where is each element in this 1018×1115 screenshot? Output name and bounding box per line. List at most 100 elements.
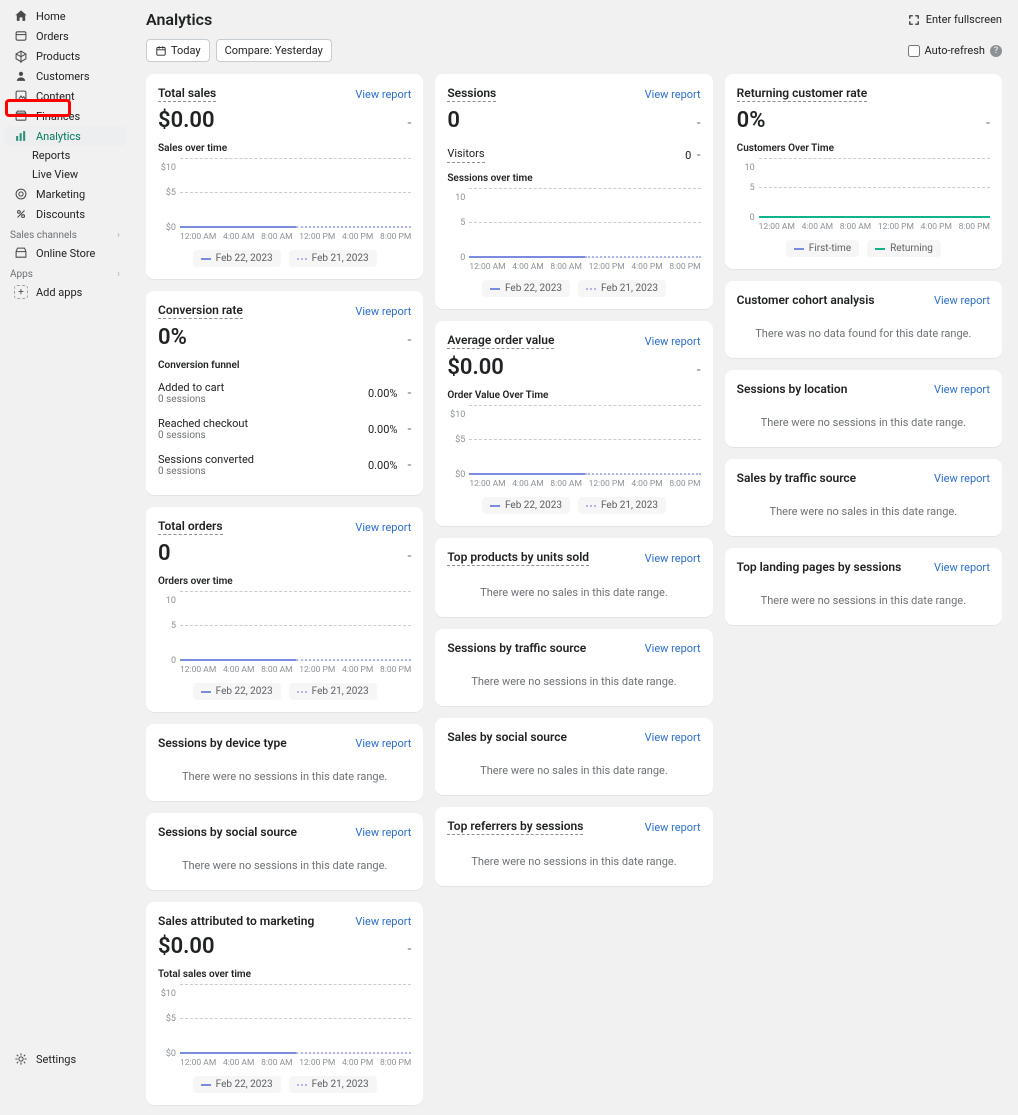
view-report-link[interactable]: View report xyxy=(645,821,701,834)
card-title: Returning customer rate xyxy=(737,86,868,102)
compare-button[interactable]: Compare: Yesterday xyxy=(216,39,332,62)
view-report-link[interactable]: View report xyxy=(355,521,411,534)
x-tick: 4:00 PM xyxy=(631,479,662,489)
y-tick: 0 xyxy=(171,656,176,666)
sales-over-time-chart: $0$5$10 12:00 AM4:00 AM8:00 AM12:00 PM4:… xyxy=(158,158,411,267)
x-tick: 8:00 PM xyxy=(380,665,411,675)
sidebar-item-settings[interactable]: Settings xyxy=(4,1049,126,1069)
sidebar-item-add-apps[interactable]: + Add apps xyxy=(4,282,126,302)
auto-refresh-toggle[interactable]: Auto-refresh ? xyxy=(908,44,1002,57)
card-sessions-social: Sessions by social source View report Th… xyxy=(146,813,423,890)
sidebar-item-label: Discounts xyxy=(36,208,85,221)
sidebar-item-label: Customers xyxy=(36,70,90,83)
card-sales-social: Sales by social source View report There… xyxy=(435,718,712,795)
sessions-over-time-chart: 0510 12:00 AM4:00 AM8:00 AM12:00 PM4:00 … xyxy=(447,188,700,297)
x-tick: 8:00 AM xyxy=(550,262,581,272)
card-sessions-traffic: Sessions by traffic source View report T… xyxy=(435,629,712,706)
sidebar-item-orders[interactable]: Orders xyxy=(4,26,126,46)
card-sales-marketing: Sales attributed to marketing View repor… xyxy=(146,902,423,1105)
empty-state: There were no sales in this date range. xyxy=(737,491,990,524)
x-tick: 12:00 PM xyxy=(299,1058,335,1068)
legend-previous: Feb 21, 2023 xyxy=(289,683,377,700)
sidebar-item-analytics[interactable]: Analytics xyxy=(4,126,126,146)
view-report-link[interactable]: View report xyxy=(355,826,411,839)
view-report-link[interactable]: View report xyxy=(934,294,990,307)
sidebar-item-products[interactable]: Products xyxy=(4,46,126,66)
card-title: Average order value xyxy=(447,333,554,349)
chart-label: Order Value Over Time xyxy=(447,390,700,401)
view-report-link[interactable]: View report xyxy=(645,552,701,565)
enter-fullscreen-button[interactable]: Enter fullscreen xyxy=(908,13,1002,26)
comparison-dash: - xyxy=(986,115,990,131)
sidebar-item-label: Analytics xyxy=(36,130,81,143)
x-tick: 12:00 PM xyxy=(589,262,625,272)
y-tick: 10 xyxy=(166,596,176,606)
view-report-link[interactable]: View report xyxy=(934,383,990,396)
y-tick: $0 xyxy=(166,1049,176,1059)
sidebar-item-online-store[interactable]: Online Store xyxy=(4,243,126,263)
legend-previous: Feb 21, 2023 xyxy=(289,1076,377,1093)
card-sales-traffic: Sales by traffic source View report Ther… xyxy=(725,459,1002,536)
sidebar-item-content[interactable]: Content xyxy=(4,86,126,106)
compare-label: Compare: Yesterday xyxy=(225,44,323,57)
fullscreen-icon xyxy=(908,14,920,26)
y-tick: $10 xyxy=(450,410,465,420)
chevron-right-icon[interactable]: › xyxy=(117,269,120,280)
sidebar-item-home[interactable]: Home xyxy=(4,6,126,26)
card-title: Top referrers by sessions xyxy=(447,819,583,835)
metric-value: 0% xyxy=(737,108,766,133)
marketing-icon xyxy=(14,187,28,201)
y-tick: $5 xyxy=(166,188,176,198)
sidebar-item-label: Add apps xyxy=(36,286,82,299)
legend-current: Feb 22, 2023 xyxy=(193,683,281,700)
x-tick: 12:00 AM xyxy=(759,222,795,232)
view-report-link[interactable]: View report xyxy=(355,305,411,318)
chart-label: Sessions over time xyxy=(447,173,700,184)
empty-state: There were no sessions in this date rang… xyxy=(447,841,700,874)
view-report-link[interactable]: View report xyxy=(934,472,990,485)
x-tick: 12:00 AM xyxy=(469,479,505,489)
card-title: Top products by units sold xyxy=(447,550,589,566)
sidebar-item-marketing[interactable]: Marketing xyxy=(4,184,126,204)
card-aov: Average order value View report $0.00- O… xyxy=(435,321,712,526)
view-report-link[interactable]: View report xyxy=(645,88,701,101)
view-report-link[interactable]: View report xyxy=(355,737,411,750)
sidebar-sub-reports[interactable]: Reports xyxy=(0,146,130,165)
x-tick: 12:00 AM xyxy=(469,262,505,272)
sidebar-sub-liveview[interactable]: Live View xyxy=(0,165,130,184)
fullscreen-label: Enter fullscreen xyxy=(926,13,1002,26)
chevron-right-icon[interactable]: › xyxy=(117,230,120,241)
sidebar-item-finances[interactable]: Finances xyxy=(4,106,126,126)
view-report-link[interactable]: View report xyxy=(645,335,701,348)
auto-refresh-label: Auto-refresh xyxy=(925,44,985,57)
card-title: Sessions by location xyxy=(737,382,848,396)
x-tick: 4:00 AM xyxy=(223,665,254,675)
metric-value: $0.00 xyxy=(158,108,215,133)
card-title: Sessions by traffic source xyxy=(447,641,586,655)
visitors-value: 0 xyxy=(685,149,691,162)
view-report-link[interactable]: View report xyxy=(645,642,701,655)
y-tick: 5 xyxy=(171,621,176,631)
sidebar-item-discounts[interactable]: Discounts xyxy=(4,204,126,224)
metric-value: $0.00 xyxy=(447,355,504,380)
x-tick: 8:00 PM xyxy=(669,479,700,489)
date-range-button[interactable]: Today xyxy=(146,39,210,62)
x-tick: 12:00 AM xyxy=(180,1058,216,1068)
view-report-link[interactable]: View report xyxy=(934,561,990,574)
x-tick: 8:00 PM xyxy=(380,232,411,242)
card-title: Sales attributed to marketing xyxy=(158,914,314,928)
view-report-link[interactable]: View report xyxy=(355,915,411,928)
chart-label: Sales over time xyxy=(158,143,411,154)
comparison-dash: - xyxy=(407,115,411,131)
view-report-link[interactable]: View report xyxy=(645,731,701,744)
auto-refresh-checkbox[interactable] xyxy=(908,45,920,57)
y-tick: $0 xyxy=(166,223,176,233)
analytics-icon xyxy=(14,129,28,143)
card-total-sales: Total sales View report $0.00- Sales ove… xyxy=(146,74,423,279)
help-icon[interactable]: ? xyxy=(990,45,1002,57)
y-tick: 5 xyxy=(460,218,465,228)
view-report-link[interactable]: View report xyxy=(355,88,411,101)
sidebar-item-customers[interactable]: Customers xyxy=(4,66,126,86)
legend-current: Feb 22, 2023 xyxy=(193,1076,281,1093)
funnel-row: Sessions converted0 sessions0.00%- xyxy=(158,447,411,483)
